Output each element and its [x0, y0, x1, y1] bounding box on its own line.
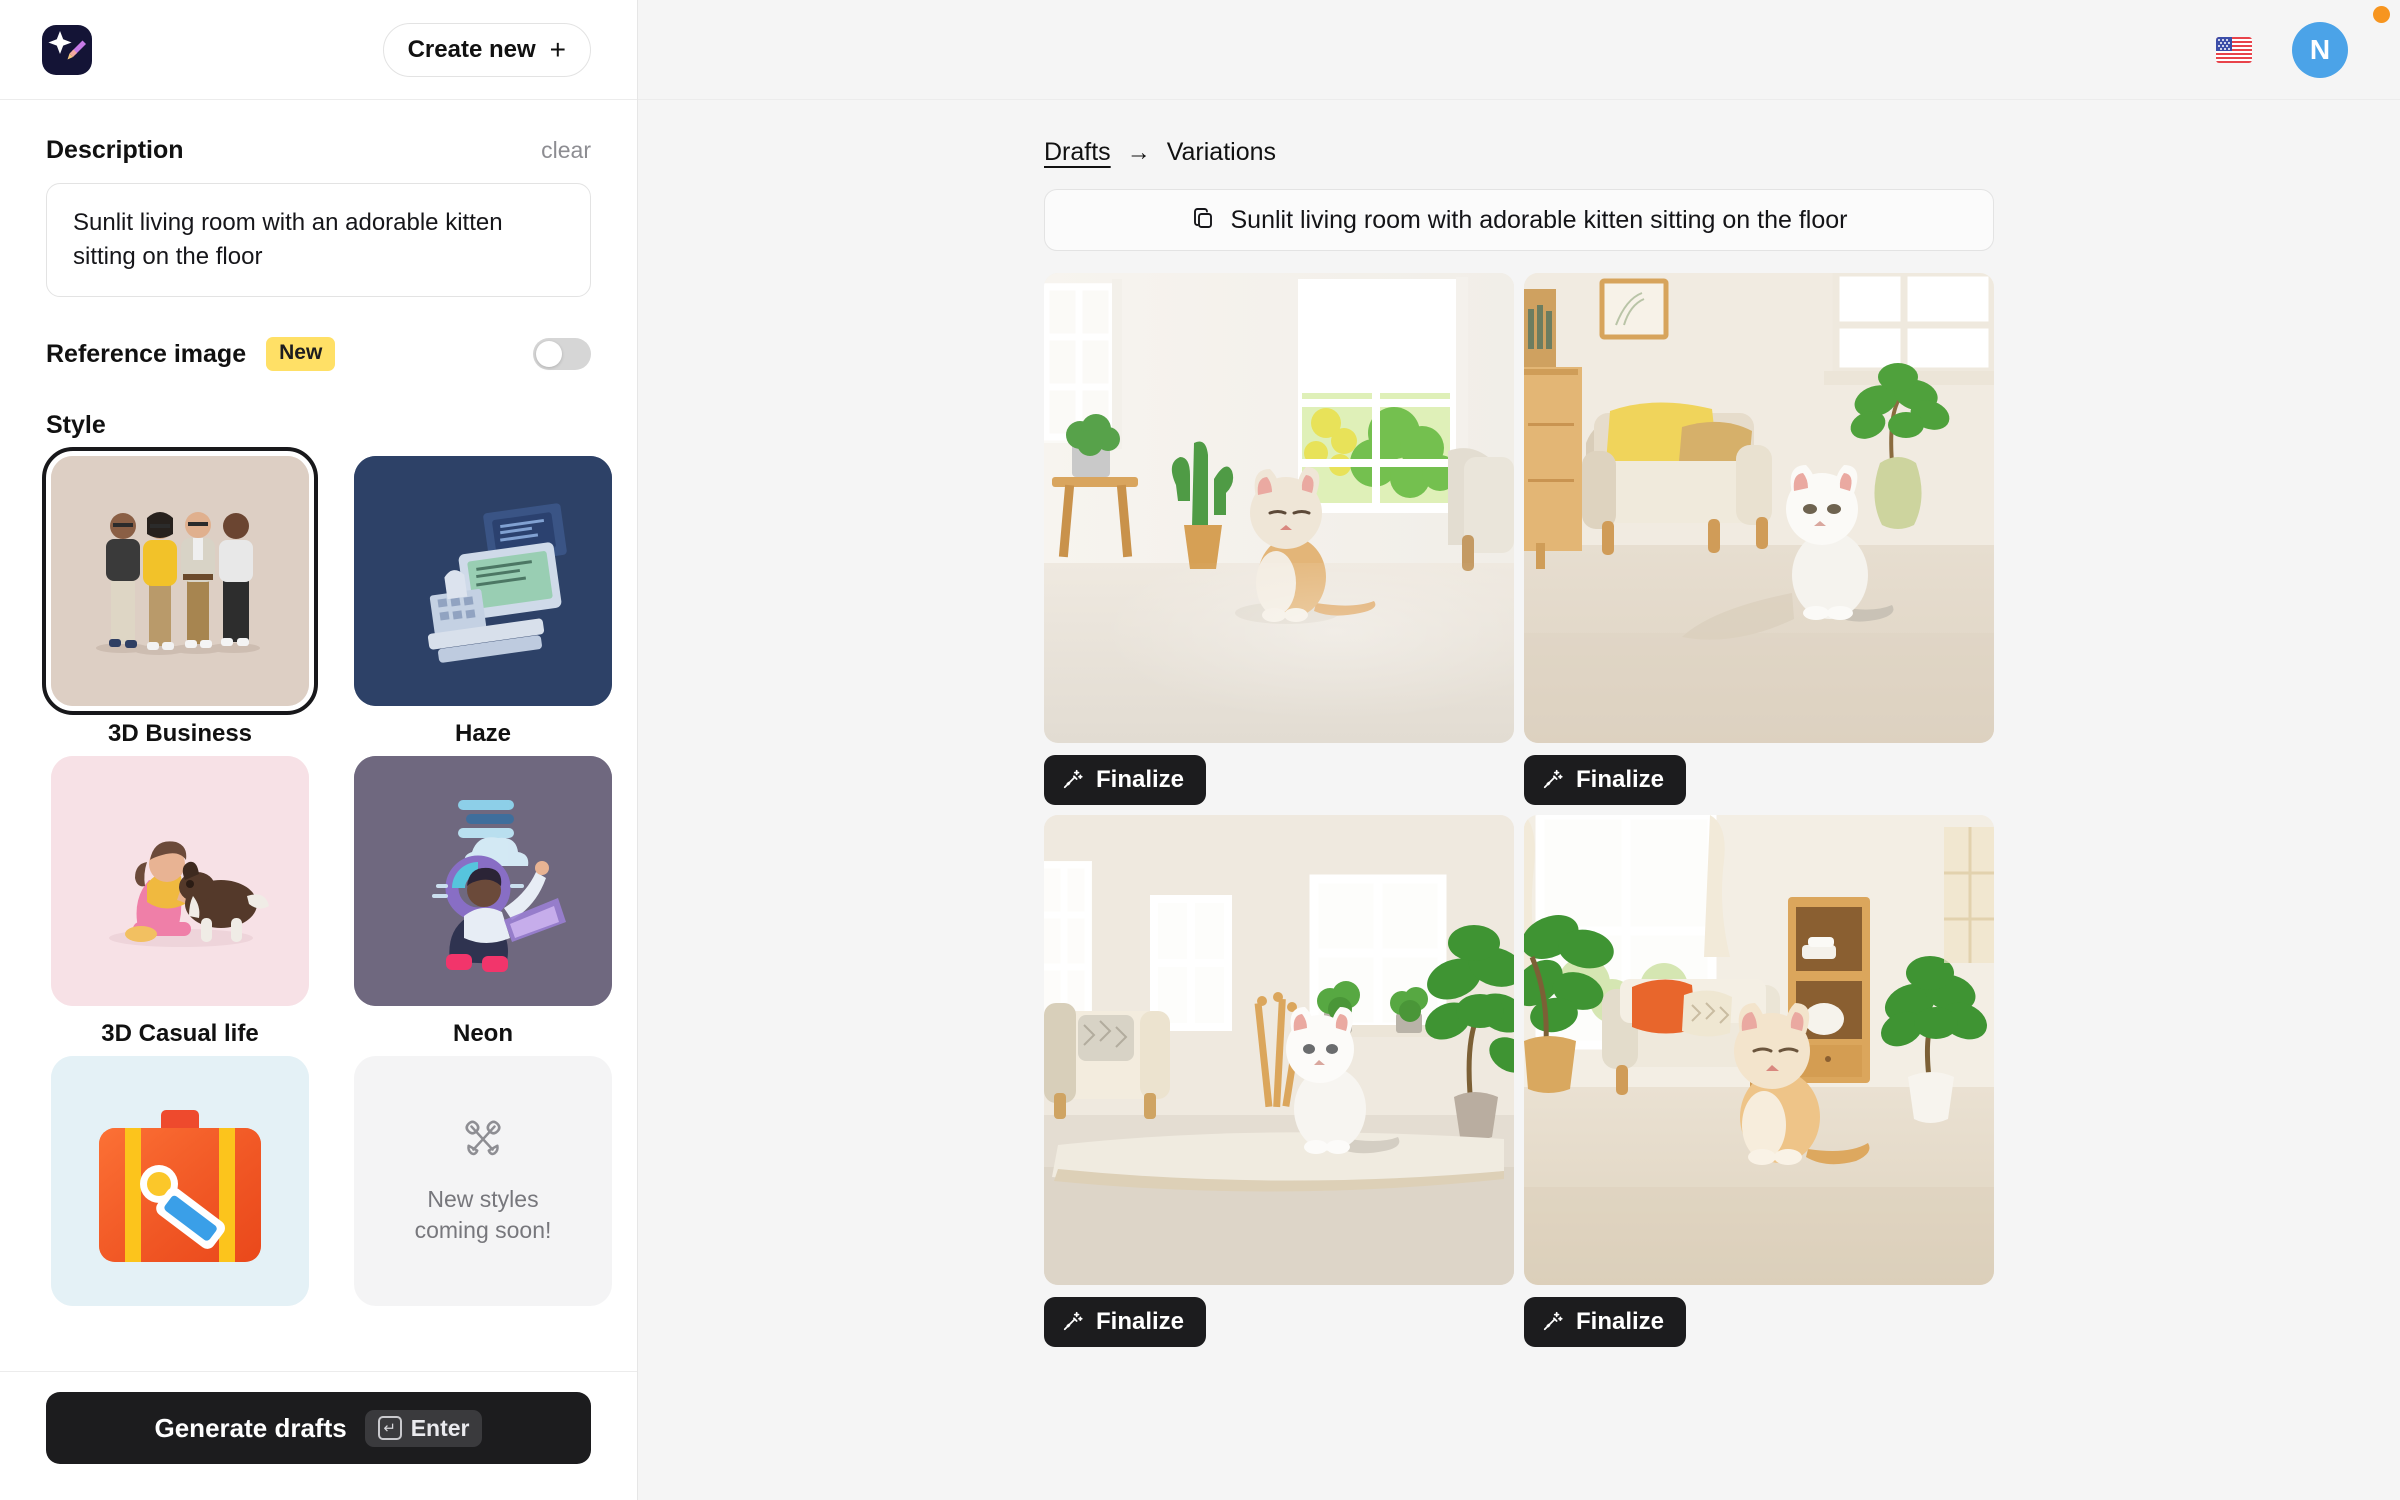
prompt-bar[interactable]: Sunlit living room with adorable kitten …: [1044, 189, 1994, 251]
breadcrumb-drafts-link[interactable]: Drafts: [1044, 138, 1111, 167]
magic-wand-icon: [1542, 1310, 1564, 1335]
sparkle-brush-logo-icon[interactable]: [42, 24, 92, 75]
style-thumbnail-3d-casual-life[interactable]: [51, 756, 309, 1007]
us-flag-icon[interactable]: [2216, 36, 2252, 63]
main-panel: N Drafts → Variations Sunlit living room…: [638, 0, 2400, 1500]
reference-image-label: Reference image: [46, 339, 247, 368]
breadcrumb-current: Variations: [1166, 138, 1277, 166]
variations-grid: Finalize Finalize Finalize Finalize: [1044, 273, 1994, 1347]
magic-wand-icon: [1542, 768, 1564, 793]
variation-image-1[interactable]: [1044, 273, 1514, 743]
style-grid: 3D Business Haze 3D Casual life Neon New…: [42, 447, 612, 1307]
style-thumbnail-travel[interactable]: [51, 1056, 309, 1307]
style-title: Style: [46, 411, 106, 440]
create-new-label: Create new: [407, 35, 536, 63]
variation-item: Finalize: [1524, 815, 1994, 1347]
coming-soon-line2: coming soon!: [414, 1216, 552, 1243]
magic-wand-icon: [1062, 1310, 1084, 1335]
coming-soon-text: New styles coming soon!: [415, 1184, 552, 1246]
main-content: Drafts → Variations Sunlit living room w…: [638, 100, 2400, 1347]
enter-shortcut-pill: ↵ Enter: [364, 1409, 483, 1447]
enter-key-icon: ↵: [377, 1416, 402, 1440]
style-option-travel[interactable]: [46, 1056, 314, 1307]
finalize-label: Finalize: [1096, 1308, 1185, 1335]
reference-image-toggle[interactable]: [533, 338, 591, 371]
variation-image-2[interactable]: [1524, 273, 1994, 743]
description-input[interactable]: Sunlit living room with an adorable kitt…: [46, 183, 591, 298]
style-thumbnail-3d-business[interactable]: [42, 447, 318, 716]
style-option-3d-casual-life[interactable]: 3D Casual life: [46, 756, 314, 1048]
crossed-brushes-icon: [460, 1117, 506, 1168]
style-label: 3D Business: [107, 720, 253, 748]
style-label: Haze: [454, 720, 512, 748]
style-thumbnail-haze[interactable]: [354, 456, 612, 707]
reference-image-row: Reference image New: [46, 337, 591, 372]
style-option-3d-business[interactable]: 3D Business: [42, 447, 318, 748]
breadcrumb-arrow-icon: →: [1126, 138, 1151, 166]
finalize-button-3[interactable]: Finalize: [1044, 1297, 1207, 1347]
magic-wand-icon: [1062, 768, 1084, 793]
style-option-neon[interactable]: Neon: [349, 756, 617, 1048]
variation-item: Finalize: [1044, 273, 1514, 805]
coming-soon-tile: New styles coming soon!: [354, 1056, 612, 1307]
finalize-button-2[interactable]: Finalize: [1524, 755, 1687, 805]
prompt-text: Sunlit living room with adorable kitten …: [1230, 205, 1848, 234]
app-root: Create new + Description clear Sunlit li…: [0, 0, 2400, 1500]
clear-description-link[interactable]: clear: [541, 137, 591, 164]
avatar[interactable]: N: [2292, 21, 2348, 78]
style-label: 3D Casual life: [101, 1020, 259, 1048]
style-option-coming-soon: New styles coming soon!: [349, 1056, 617, 1307]
style-option-haze[interactable]: Haze: [349, 456, 617, 748]
coming-soon-line1: New styles: [427, 1185, 539, 1212]
new-badge: New: [266, 337, 336, 372]
sidebar-footer: Generate drafts ↵ Enter: [0, 1371, 637, 1500]
notification-dot[interactable]: [2373, 6, 2390, 23]
sidebar-header: Create new +: [0, 0, 637, 100]
finalize-label: Finalize: [1096, 766, 1185, 793]
sidebar-body: Description clear Sunlit living room wit…: [0, 100, 637, 1371]
variation-image-3[interactable]: [1044, 815, 1514, 1285]
style-thumbnail-neon[interactable]: [354, 756, 612, 1007]
variation-item: Finalize: [1044, 815, 1514, 1347]
finalize-button-4[interactable]: Finalize: [1524, 1297, 1687, 1347]
breadcrumb: Drafts → Variations: [1044, 138, 1994, 167]
description-header: Description clear: [46, 136, 591, 165]
copy-icon[interactable]: [1191, 206, 1215, 235]
generate-drafts-label: Generate drafts: [154, 1412, 347, 1443]
toggle-knob: [536, 341, 562, 368]
sidebar: Create new + Description clear Sunlit li…: [0, 0, 638, 1500]
plus-icon: +: [549, 33, 566, 65]
finalize-label: Finalize: [1576, 1308, 1665, 1335]
description-title: Description: [46, 136, 184, 164]
create-new-button[interactable]: Create new +: [382, 22, 591, 77]
content-inner: Drafts → Variations Sunlit living room w…: [1044, 138, 1994, 1347]
finalize-label: Finalize: [1576, 766, 1665, 793]
variation-item: Finalize: [1524, 273, 1994, 805]
main-header: N: [638, 0, 2400, 100]
style-label: Neon: [453, 1020, 513, 1048]
enter-shortcut-label: Enter: [410, 1414, 470, 1441]
finalize-button-1[interactable]: Finalize: [1044, 755, 1207, 805]
generate-drafts-button[interactable]: Generate drafts ↵ Enter: [46, 1392, 591, 1464]
variation-image-4[interactable]: [1524, 815, 1994, 1285]
